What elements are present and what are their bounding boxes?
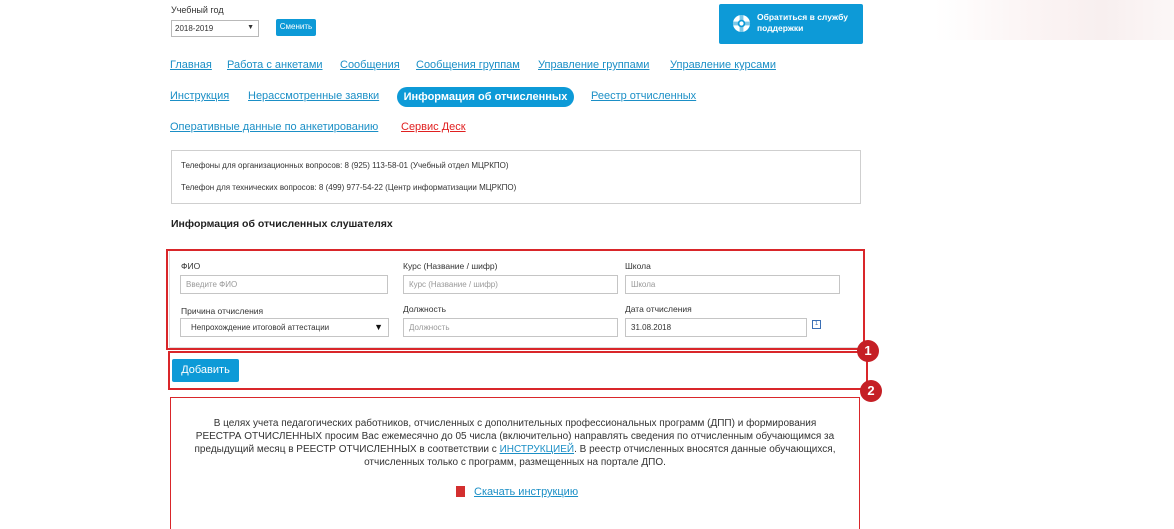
nav-link-questionnaires[interactable]: Работа с анкетами	[227, 59, 323, 71]
support-button[interactable]: Обратиться в службу поддержки	[719, 4, 863, 44]
dropdown-arrow-icon: ▼	[247, 24, 254, 31]
lifebuoy-icon	[732, 14, 751, 33]
nav-tab-expelled-info-active[interactable]: Информация об отчисленных	[397, 87, 574, 107]
background-decoration	[935, 0, 1174, 40]
nav-link-pending-requests[interactable]: Нерассмотренные заявки	[248, 90, 379, 102]
academic-year-select[interactable]: 2018-2019 ▼	[171, 20, 259, 37]
nav-link-group-messages[interactable]: Сообщения группам	[416, 59, 520, 71]
highlight-box-add-button	[168, 351, 868, 390]
highlight-box-form	[166, 249, 865, 350]
instruction-link[interactable]: ИНСТРУКЦИЕЙ	[500, 444, 574, 455]
section-title: Информация об отчисленных слушателях	[171, 218, 393, 230]
step-badge-1: 1	[857, 340, 879, 362]
support-button-label: Обратиться в службу поддержки	[757, 12, 848, 33]
phone-organizational: Телефоны для организационных вопросов: 8…	[181, 161, 509, 170]
instruction-notice-box: В целях учета педагогических работников,…	[170, 397, 860, 529]
nav-link-messages[interactable]: Сообщения	[340, 59, 400, 71]
academic-year-value: 2018-2019	[175, 24, 214, 33]
nav-link-group-management[interactable]: Управление группами	[538, 59, 649, 71]
pdf-icon	[456, 486, 465, 497]
notice-text: В целях учета педагогических работников,…	[191, 417, 839, 469]
nav-link-home[interactable]: Главная	[170, 59, 212, 71]
nav-link-instruction[interactable]: Инструкция	[170, 90, 229, 102]
nav-link-expelled-registry[interactable]: Реестр отчисленных	[591, 90, 696, 102]
change-year-button[interactable]: Сменить	[276, 19, 316, 36]
step-badge-2: 2	[860, 380, 882, 402]
download-instruction-link[interactable]: Скачать инструкцию	[474, 486, 578, 498]
academic-year-label: Учебный год	[171, 5, 224, 15]
nav-link-service-desk[interactable]: Сервис Деск	[401, 121, 466, 133]
phone-technical: Телефон для технических вопросов: 8 (499…	[181, 183, 517, 192]
nav-link-survey-data[interactable]: Оперативные данные по анкетированию	[170, 121, 378, 133]
nav-link-course-management[interactable]: Управление курсами	[670, 59, 776, 71]
contact-phones-box: Телефоны для организационных вопросов: 8…	[171, 150, 861, 204]
